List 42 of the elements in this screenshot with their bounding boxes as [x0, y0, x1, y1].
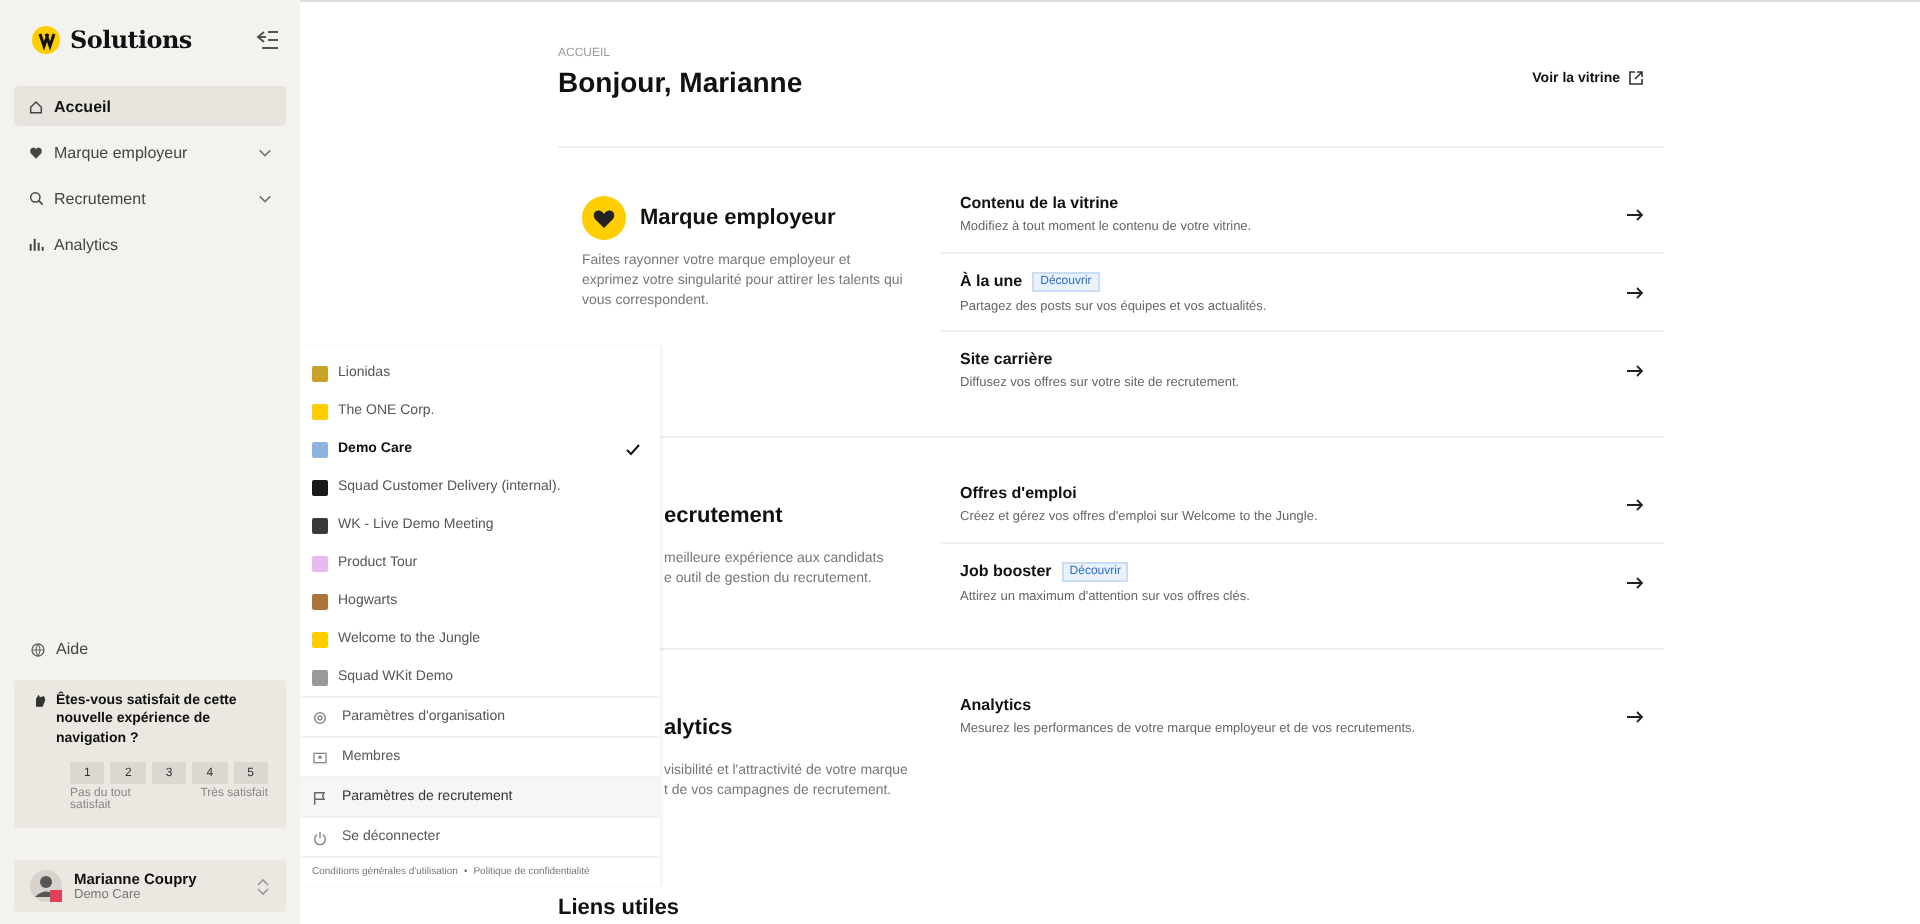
arrow-right-icon: [1626, 575, 1644, 589]
arrow-right-icon: [1626, 497, 1644, 511]
id-card-icon: [312, 749, 328, 765]
check-icon: [626, 443, 640, 455]
collapse-sidebar-icon[interactable]: [256, 28, 280, 52]
power-icon: [312, 829, 328, 845]
flag-icon: [312, 789, 328, 805]
globe-icon: [30, 641, 46, 658]
section-title: Liens utiles: [558, 896, 682, 921]
external-link-icon: [1628, 70, 1644, 86]
arrow-right-icon: [1626, 363, 1644, 377]
nav-item[interactable]: Recrutement: [14, 178, 286, 218]
feature-title: Offres d'emploi: [960, 484, 1077, 502]
section-title: alytics: [664, 716, 733, 740]
feature-title: Job booster: [960, 562, 1052, 580]
chevron-icon: [258, 145, 272, 159]
feature-title: Site carrière: [960, 350, 1053, 368]
feature-title: Analytics: [960, 696, 1032, 714]
nav-item[interactable]: Analytics: [14, 224, 286, 264]
home-icon: [28, 98, 44, 114]
logo-icon: [32, 26, 60, 54]
expand-icon: [256, 877, 270, 895]
search-icon: [28, 190, 44, 206]
arrow-right-icon: [1626, 285, 1644, 299]
bar-chart-icon: [28, 236, 44, 252]
nav-item[interactable]: Marque employeur: [14, 132, 286, 172]
avatar-icon: [30, 870, 62, 902]
brand-name: Solutions: [70, 26, 192, 54]
help-link[interactable]: Aide: [14, 631, 286, 668]
section-title: ecrutement: [664, 504, 783, 528]
feature-title: À la une: [960, 272, 1023, 290]
arrow-right-icon: [1626, 709, 1644, 723]
chevron-icon: [258, 191, 272, 205]
page-title: Bonjour, Marianne: [558, 66, 803, 98]
section-title: Marque employeur: [640, 206, 836, 230]
feature-title: Contenu de la vitrine: [960, 194, 1119, 212]
heart-badge-icon: [582, 196, 626, 240]
hand-icon: [32, 691, 48, 708]
arrow-right-icon: [1626, 207, 1644, 221]
gear-icon: [312, 709, 328, 725]
heart-icon: [28, 144, 44, 160]
nav-item[interactable]: Accueil: [14, 86, 286, 126]
